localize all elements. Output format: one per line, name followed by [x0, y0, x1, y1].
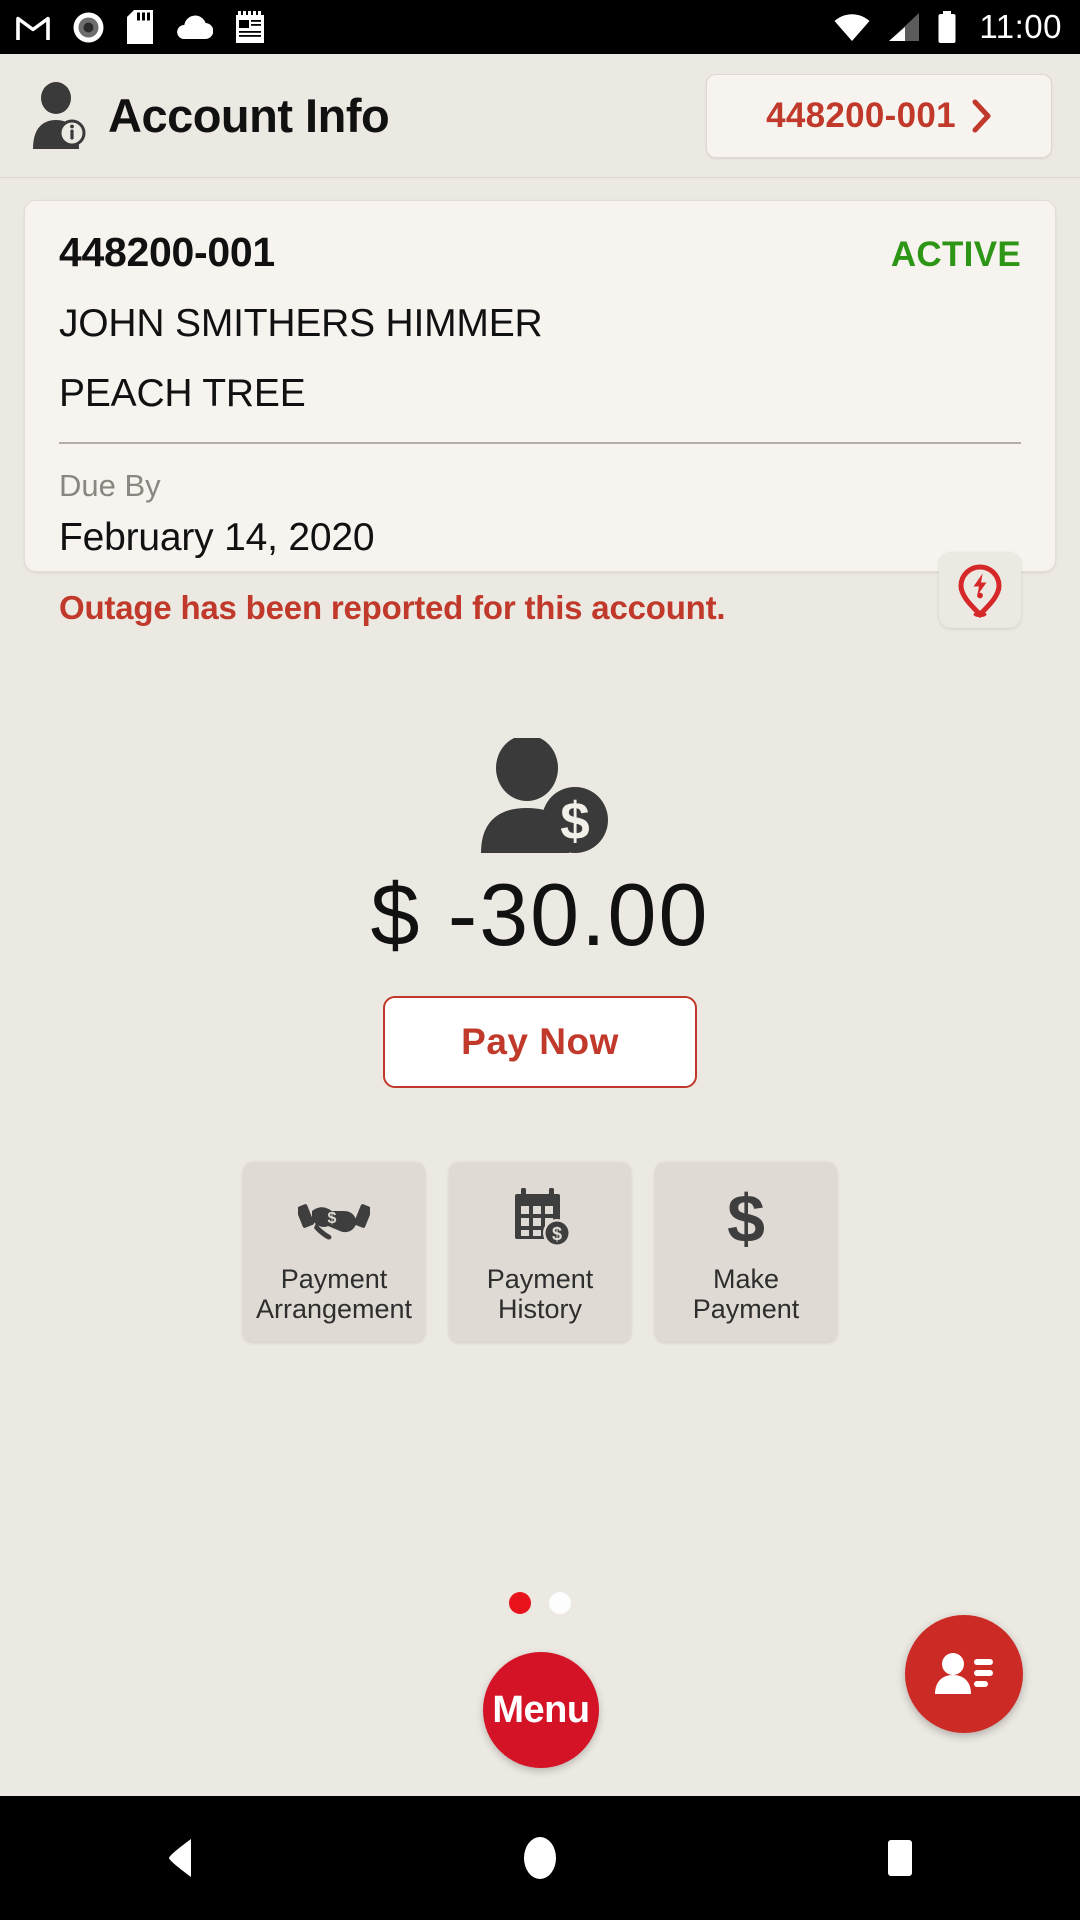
account-selector-label: 448200-001: [766, 95, 956, 135]
balance-amount: $ -30.00: [370, 865, 710, 964]
account-selector-button[interactable]: 448200-001: [706, 73, 1052, 158]
card-divider: [59, 442, 1021, 444]
record-icon: [73, 12, 104, 42]
account-number: 448200-001: [59, 229, 275, 275]
nav-back-button[interactable]: [120, 1796, 240, 1920]
tile-payment-history[interactable]: $ Payment History: [449, 1162, 631, 1342]
pay-now-button[interactable]: Pay Now: [383, 996, 697, 1088]
menu-button-label: Menu: [492, 1688, 590, 1731]
tile-label-make-payment: Make Payment: [692, 1264, 800, 1325]
home-circle-icon: [524, 1837, 556, 1879]
page-title: Account Info: [108, 89, 390, 142]
service-address: PEACH TREE: [59, 372, 306, 415]
customer-balance-icon: $: [481, 738, 608, 853]
tile-make-payment[interactable]: $ Make Payment: [655, 1162, 837, 1342]
due-date-value: February 14, 2020: [59, 516, 375, 559]
nav-recents-button[interactable]: [840, 1796, 960, 1920]
recents-square-icon: [888, 1840, 912, 1876]
status-bar: 11:00: [0, 0, 1080, 54]
account-summary-card[interactable]: 448200-001 ACTIVE JOHN SMITHERS HIMMER P…: [24, 200, 1056, 628]
contacts-button[interactable]: [905, 1615, 1023, 1733]
pager-dot-2[interactable]: [549, 1592, 571, 1614]
status-bar-notification-icons: [16, 10, 265, 44]
android-navigation-bar: [0, 1796, 1080, 1920]
pager-dots: [0, 1592, 1080, 1614]
svg-text:$: $: [328, 1210, 337, 1227]
outage-message: Outage has been reported for this accoun…: [59, 589, 726, 626]
outage-pin-icon[interactable]: [939, 552, 1021, 628]
balance-section: $ $ -30.00 Pay Now: [0, 738, 1080, 1088]
contacts-icon: [935, 1653, 993, 1694]
customer-name: JOHN SMITHERS HIMMER: [59, 302, 543, 345]
outage-notice-row: Outage has been reported for this accoun…: [59, 552, 1021, 628]
status-bar-system-icons: 11:00: [833, 8, 1062, 46]
battery-icon: [938, 11, 956, 43]
wifi-icon: [834, 14, 870, 41]
tile-payment-arrangement[interactable]: $ Payment Arrangement: [243, 1162, 425, 1342]
account-card-header: 448200-001 ACTIVE: [59, 229, 1021, 276]
menu-button[interactable]: Menu: [483, 1652, 599, 1768]
status-bar-clock: 11:00: [979, 8, 1062, 45]
back-triangle-icon: [169, 1839, 191, 1877]
news-icon: [236, 10, 264, 43]
tile-label-payment-history: Payment History: [486, 1264, 594, 1325]
chevron-right-icon: [972, 99, 991, 132]
tile-label-payment-arrangement: Payment Arrangement: [255, 1264, 413, 1325]
app-header: Account Info 448200-001: [0, 54, 1080, 178]
app-screen: 11:00 Account Info 448200-001 448200-001…: [0, 0, 1080, 1920]
nav-home-button[interactable]: [480, 1796, 600, 1920]
svg-text:$: $: [727, 1186, 765, 1252]
quick-actions: $ Payment Arrangement $ Payment History …: [0, 1162, 1080, 1342]
svg-text:$: $: [552, 1224, 562, 1244]
calendar-dollar-icon: $: [507, 1186, 573, 1252]
gmail-icon: [16, 16, 50, 40]
handshake-dollar-icon: $: [298, 1186, 370, 1252]
dollar-sign-icon: $: [722, 1186, 770, 1252]
cloud-icon: [177, 15, 213, 40]
account-info-icon: [33, 81, 86, 149]
cellular-signal-icon: [889, 13, 920, 41]
due-by-label: Due By: [59, 468, 161, 503]
pager-dot-1[interactable]: [509, 1592, 531, 1614]
sd-card-icon: [127, 10, 153, 44]
svg-text:$: $: [560, 792, 589, 851]
status-badge: ACTIVE: [890, 235, 1021, 274]
